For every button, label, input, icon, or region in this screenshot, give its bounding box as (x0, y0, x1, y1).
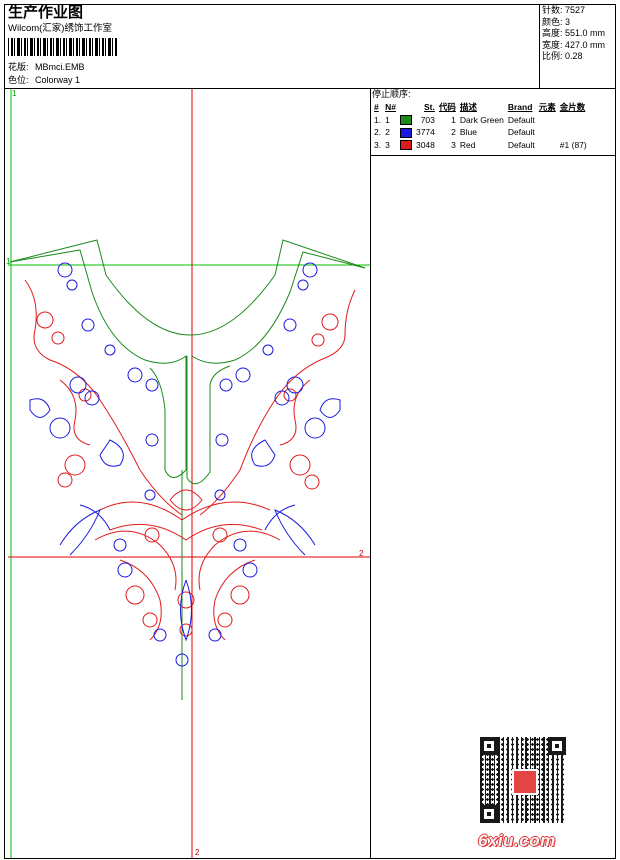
page-title: 生产作业图 (8, 4, 84, 21)
stat-scale: 比例: 0.28 (542, 51, 583, 61)
col-desc: 描述 (459, 102, 477, 113)
table-header-row: # N# St. 代码 描述 Brand 元素 金片数 (372, 101, 589, 114)
company-name: Wilcom(汇家)绣饰工作室 (8, 23, 112, 34)
table-row: 3. 3 3048 3 Red Default #1 (87) (374, 139, 587, 151)
qr-finder-bl (480, 805, 498, 823)
qr-code-icon (480, 737, 566, 823)
barcode (8, 38, 118, 56)
colorway-label: 色位: (8, 75, 29, 85)
header-divider (539, 4, 540, 88)
stat-height: 高度: 551.0 mm (542, 28, 606, 38)
col-element: 元素 (538, 102, 556, 113)
table-row: 1. 1 703 1 Dark Green Default (374, 114, 535, 126)
marker-2-bottom: 2 (195, 848, 200, 857)
panel-divider (370, 88, 371, 859)
red-stitches (24, 279, 356, 641)
design-value: MBmci.EMB (35, 62, 85, 72)
frame-top (4, 4, 616, 5)
color-swatch (399, 127, 412, 138)
stops-heading: 停止顺序: (372, 89, 411, 99)
stat-width: 宽度: 427.0 mm (542, 39, 606, 50)
qr-center-logo (512, 769, 538, 795)
marker-1-top: 1 (12, 89, 17, 98)
col-swatch (398, 101, 414, 114)
color-swatch (399, 140, 412, 151)
col-hash: # (374, 102, 379, 113)
embroidery-design: 1 1 2 2 (6, 89, 370, 858)
colorway-value: Colorway 1 (35, 75, 81, 85)
stat-colors: 颜色: 3 (542, 16, 571, 27)
stops-bottom (370, 155, 616, 156)
frame-bottom (4, 858, 616, 859)
watermark-text: 6xiu.com (478, 831, 556, 850)
col-brand: Brand (507, 102, 533, 113)
marker-2-right: 2 (359, 549, 364, 558)
stat-stitches: 针数: 7527 (542, 5, 586, 15)
qr-finder-tl (480, 737, 498, 755)
marker-1-left: 1 (6, 257, 11, 266)
col-sequins: 金片数 (559, 102, 586, 113)
qr-finder-tr (548, 737, 566, 755)
blue-stitches (29, 262, 341, 667)
table-row: 2. 2 3774 2 Blue Default (374, 127, 535, 138)
design-label: 花版: (8, 62, 29, 72)
stop-sequence-table: # N# St. 代码 描述 Brand 元素 金片数 1. 1 703 1 D… (372, 101, 589, 151)
frame-right (615, 4, 616, 859)
color-swatch (399, 115, 412, 126)
col-n: N# (385, 102, 396, 113)
col-code: 代码 (438, 102, 456, 113)
col-st: St. (424, 102, 435, 113)
design-stats: 针数: 7527 颜色: 3 高度: 551.0 mm 宽度: 427.0 mm… (542, 5, 614, 63)
